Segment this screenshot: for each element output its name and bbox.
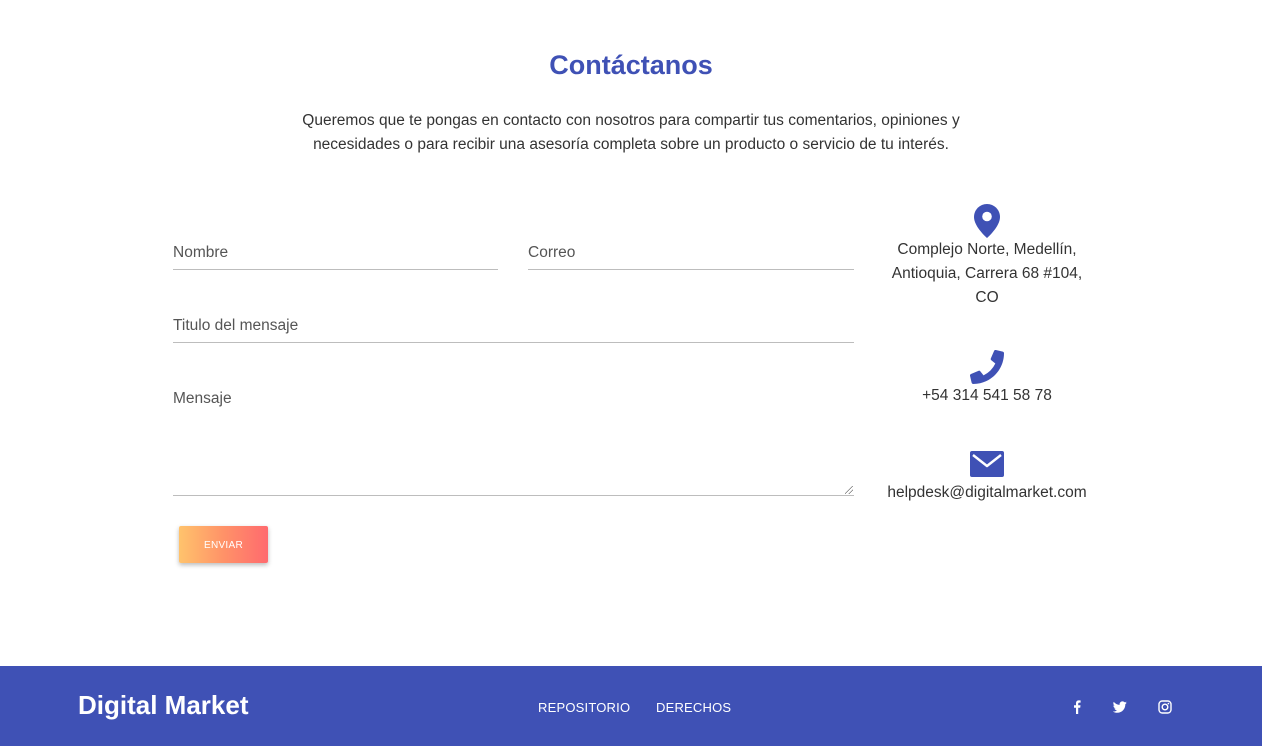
twitter-icon[interactable] [1113,700,1127,714]
intro-line-1: Queremos que te pongas en contacto con n… [302,112,960,129]
correo-label: Correo [528,244,576,261]
nombre-label: Nombre [173,244,229,261]
nombre-field[interactable]: Nombre [173,236,498,270]
address-line-3: CO [975,289,999,306]
phone-icon [970,350,1004,384]
facebook-icon[interactable] [1070,700,1084,714]
address-line-1: Complejo Norte, Medellín, [897,241,1077,258]
intro-text: Queremos que te pongas en contacto con n… [281,109,981,157]
resize-handle-icon[interactable] [845,486,853,494]
email-block: helpdesk@digitalmarket.com [874,451,1100,505]
envelope-icon [970,451,1004,477]
map-marker-icon [974,204,1000,238]
footer-brand[interactable]: Digital Market [78,690,249,721]
address-block: Complejo Norte, Medellín, Antioquia, Car… [874,204,1100,310]
phone-number: +54 314 541 58 78 [922,387,1052,404]
footer: Digital Market REPOSITORIO DERECHOS [0,666,1262,746]
titulo-field[interactable]: Titulo del mensaje [173,309,854,343]
footer-link-derechos[interactable]: DERECHOS [656,700,731,715]
titulo-label: Titulo del mensaje [173,317,299,334]
email-address: helpdesk@digitalmarket.com [887,484,1087,501]
intro-line-2: necesidades o para recibir una asesoría … [313,136,949,153]
mensaje-textarea[interactable]: Mensaje [173,382,854,496]
page-title: Contáctanos [549,50,713,80]
enviar-button[interactable]: ENVIAR [179,526,268,563]
instagram-icon[interactable] [1158,700,1172,714]
address-line-2: Antioquia, Carrera 68 #104, [891,265,1083,282]
mensaje-label: Mensaje [173,390,232,407]
footer-link-repositorio[interactable]: REPOSITORIO [538,700,630,715]
correo-field[interactable]: Correo [528,236,854,270]
phone-block: +54 314 541 58 78 [874,350,1100,408]
